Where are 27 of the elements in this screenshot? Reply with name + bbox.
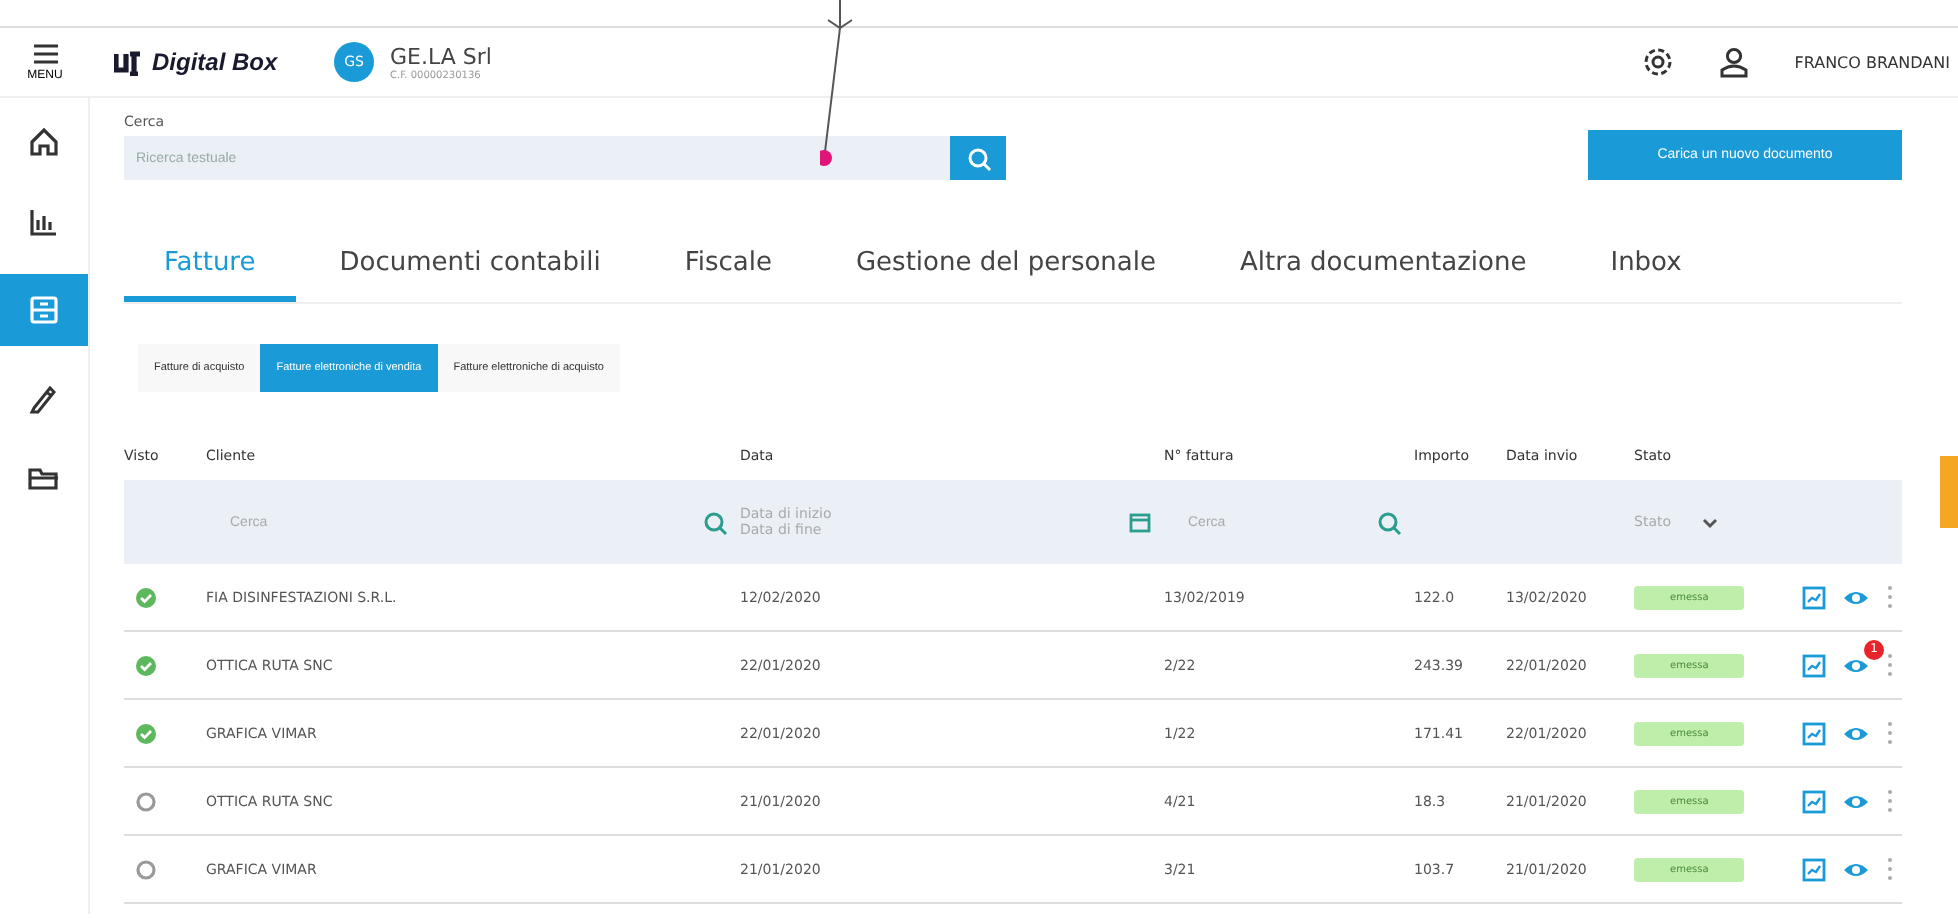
more-vertical-icon[interactable]	[1886, 652, 1894, 678]
tab[interactable]: Documenti contabili	[299, 240, 641, 302]
settings-icon[interactable]	[1642, 46, 1675, 78]
user-icon[interactable]	[1718, 46, 1751, 78]
more-vertical-icon[interactable]	[1886, 584, 1894, 610]
document-icon	[26, 292, 62, 328]
pen-icon	[26, 380, 62, 416]
tab[interactable]: Altra documentazione	[1200, 240, 1567, 302]
more-vertical-icon[interactable]	[1886, 720, 1894, 746]
search-icon[interactable]	[1376, 509, 1402, 535]
user-name[interactable]: FRANCO BRANDANI	[1794, 53, 1950, 71]
tab[interactable]: Fiscale	[644, 240, 812, 302]
calendar-icon[interactable]	[1128, 510, 1152, 534]
tab[interactable]: Inbox	[1570, 240, 1722, 302]
more-vertical-icon[interactable]	[1886, 788, 1894, 814]
search-icon	[965, 145, 991, 171]
chevron-down-icon	[1699, 514, 1720, 530]
home-icon	[26, 124, 62, 160]
logo-text: Digital Box	[152, 48, 278, 76]
menu-icon	[31, 42, 59, 66]
company-name: GE.LA Srl	[390, 43, 492, 69]
tab[interactable]: Gestione del personale	[815, 240, 1196, 302]
logo-icon	[114, 49, 142, 75]
search-button[interactable]	[950, 136, 1006, 180]
more-vertical-icon[interactable]	[1886, 856, 1894, 882]
bar-chart-icon	[26, 204, 62, 240]
search-icon[interactable]	[702, 509, 728, 535]
